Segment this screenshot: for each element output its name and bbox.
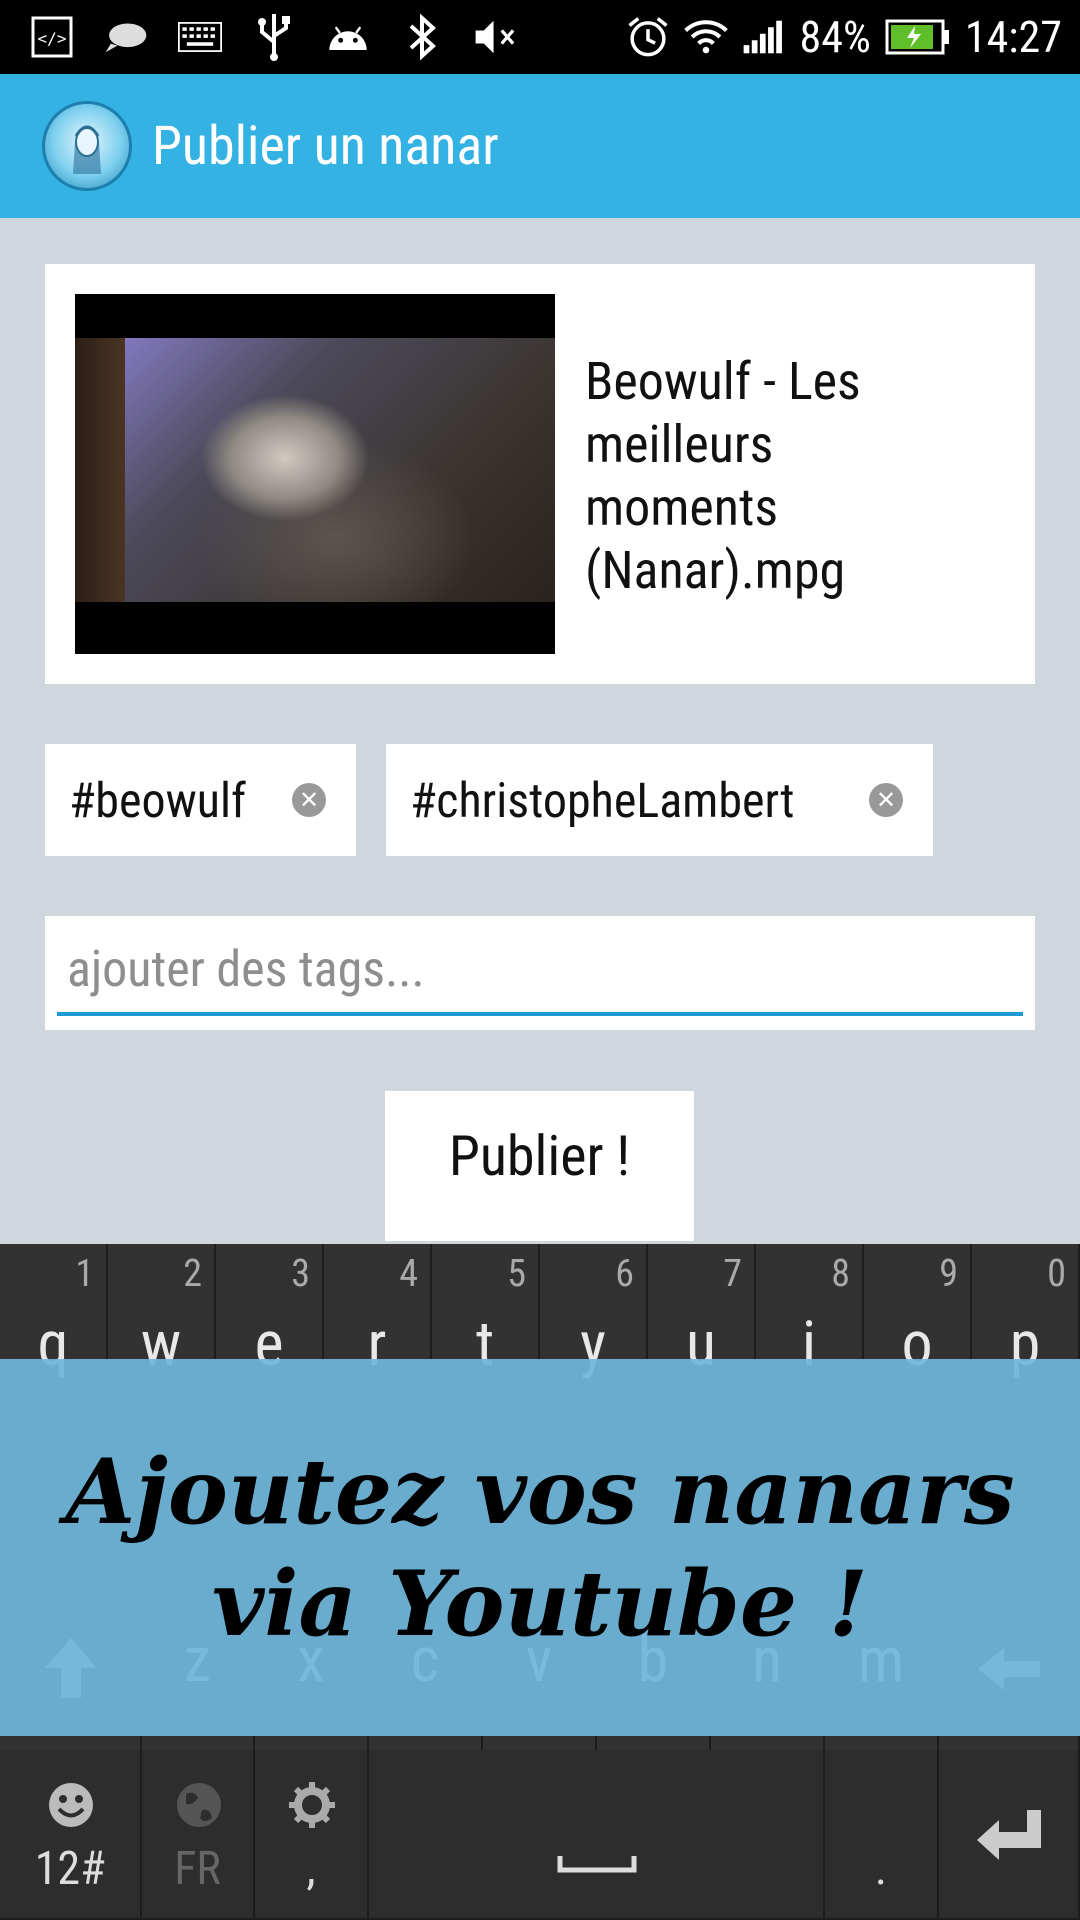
wifi-icon: [683, 15, 728, 59]
tag-label: #beowulf: [69, 771, 247, 829]
page-title: Publier un nanar: [152, 114, 499, 178]
numbers-label: 12#: [34, 1842, 106, 1896]
battery-percent: 84%: [799, 11, 871, 63]
tag-chip[interactable]: #christopheLambert ✕: [386, 744, 933, 856]
promo-banner: Ajoutez vos nanars via Youtube !: [0, 1359, 1080, 1736]
key-hint: 8: [831, 1252, 850, 1296]
gear-icon: [289, 1782, 335, 1828]
publish-button[interactable]: Publier !: [385, 1091, 694, 1241]
usb-icon: [252, 14, 296, 61]
remove-tag-icon[interactable]: ✕: [869, 783, 903, 817]
space-key[interactable]: [369, 1750, 825, 1920]
enter-icon: [977, 1810, 1041, 1860]
alarm-icon: [626, 15, 670, 59]
smiley-icon: [49, 1783, 93, 1827]
key-hint: 5: [507, 1252, 526, 1296]
key-hint: 1: [75, 1252, 94, 1296]
period-key[interactable]: .: [825, 1750, 939, 1920]
promo-text: Ajoutez vos nanars via Youtube !: [65, 1438, 1015, 1657]
key-hint: 0: [1047, 1252, 1066, 1296]
key-hint: 6: [615, 1252, 634, 1296]
language-key[interactable]: FR: [142, 1750, 255, 1920]
tag-input-container: [45, 916, 1035, 1030]
video-thumbnail-image: [75, 338, 555, 602]
key-hint: 4: [399, 1252, 418, 1296]
video-title: Beowulf - Les meilleurs moments (Nanar).…: [585, 351, 861, 601]
space-icon: [557, 1856, 637, 1873]
comma-label: ,: [306, 1842, 316, 1896]
video-thumbnail-edge: [75, 338, 125, 602]
android-icon: [326, 15, 370, 59]
emoji-numbers-key[interactable]: 12#: [0, 1750, 142, 1920]
settings-comma-key[interactable]: ,: [255, 1750, 369, 1920]
period-label: .: [874, 1842, 888, 1896]
tag-chip[interactable]: #beowulf ✕: [45, 744, 356, 856]
dev-icon: </>: [30, 15, 74, 59]
key-hint: 3: [291, 1252, 310, 1296]
action-bar: Publier un nanar: [0, 74, 1080, 218]
chat-icon: [104, 15, 148, 59]
signal-icon: [742, 15, 786, 59]
clock: 14:27: [964, 11, 1062, 63]
key-hint: 7: [723, 1252, 742, 1296]
keyboard-icon: [178, 15, 222, 59]
tag-label: #christopheLambert: [410, 771, 795, 829]
svg-text:</>: </>: [38, 29, 67, 48]
app-logo-icon[interactable]: [42, 101, 132, 191]
tag-input[interactable]: [57, 916, 1023, 1016]
key-hint: 2: [183, 1252, 202, 1296]
globe-icon: [177, 1783, 221, 1827]
bluetooth-icon: [400, 13, 444, 61]
mute-icon: [474, 15, 518, 59]
video-card[interactable]: Beowulf - Les meilleurs moments (Nanar).…: [45, 264, 1035, 684]
remove-tag-icon[interactable]: ✕: [292, 783, 326, 817]
enter-key[interactable]: [939, 1750, 1080, 1920]
video-thumbnail[interactable]: [75, 294, 555, 654]
language-label: FR: [174, 1842, 221, 1896]
key-hint: 9: [939, 1252, 958, 1296]
battery-icon: [885, 15, 951, 59]
status-bar: </> 84% 14:27: [0, 0, 1080, 74]
